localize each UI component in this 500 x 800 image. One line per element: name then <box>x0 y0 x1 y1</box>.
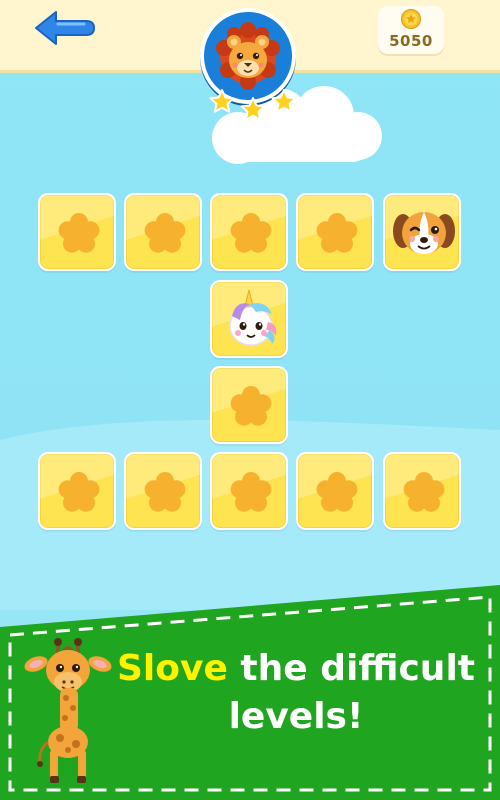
star-icon <box>209 89 235 113</box>
hidden-card[interactable] <box>38 452 116 530</box>
hidden-card[interactable] <box>210 193 288 271</box>
hidden-card[interactable] <box>210 452 288 530</box>
flower-icon <box>230 472 272 512</box>
flower-icon <box>144 213 186 253</box>
coin-icon <box>401 9 421 29</box>
hidden-card[interactable] <box>296 193 374 271</box>
star-icon <box>240 97 266 121</box>
star-icon <box>271 89 297 113</box>
banner-message: Slove the difficult levels! <box>106 645 486 741</box>
back-arrow-icon <box>35 11 95 45</box>
hidden-card[interactable] <box>296 452 374 530</box>
banner-line1: the difficult <box>227 648 475 689</box>
flower-icon <box>316 472 358 512</box>
banner-line2: levels! <box>228 696 364 737</box>
coin-counter: 5050 <box>378 6 444 54</box>
flower-icon <box>144 472 186 512</box>
unicorn-card[interactable] <box>210 280 288 358</box>
hidden-card[interactable] <box>210 366 288 444</box>
hidden-card[interactable] <box>124 193 202 271</box>
flower-icon <box>58 213 100 253</box>
level-stars <box>209 89 297 121</box>
flower-icon <box>58 472 100 512</box>
flower-icon <box>403 472 445 512</box>
dog-card[interactable] <box>383 193 461 271</box>
flower-icon <box>230 213 272 253</box>
flower-icon <box>230 386 272 426</box>
player-avatar <box>198 8 302 121</box>
back-button[interactable] <box>32 8 98 48</box>
hidden-card[interactable] <box>383 452 461 530</box>
hidden-card[interactable] <box>124 452 202 530</box>
dog-icon <box>393 212 455 254</box>
hidden-card[interactable] <box>38 193 116 271</box>
unicorn-icon <box>229 289 277 346</box>
giraffe-mascot <box>24 638 112 783</box>
banner-highlight: Slove <box>117 648 228 689</box>
coin-count: 5050 <box>389 32 433 50</box>
flower-icon <box>316 213 358 253</box>
